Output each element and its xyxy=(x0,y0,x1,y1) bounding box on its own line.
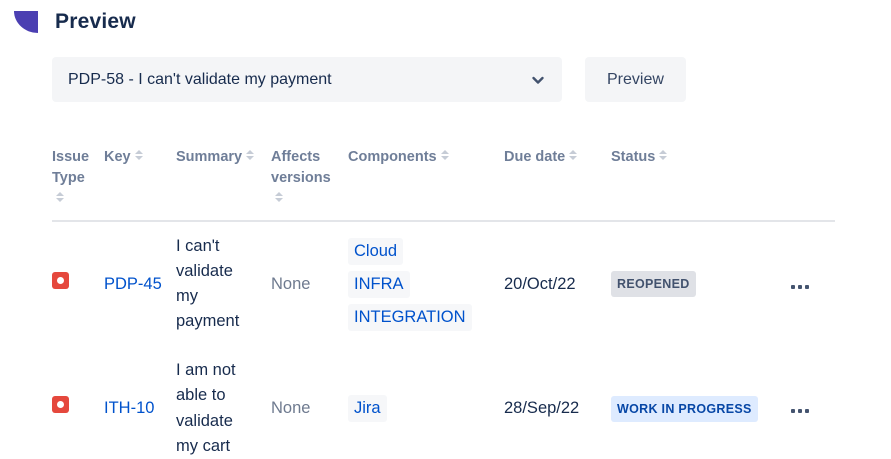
issue-key-link[interactable]: PDP-45 xyxy=(104,275,162,293)
table-header-row: Issue Type Key Summary Affects versions … xyxy=(52,147,835,221)
table-row: ITH-10 I am not able to validate my cart… xyxy=(52,346,835,459)
page-header: Preview xyxy=(0,0,891,34)
issue-select-value: PDP-58 - I can't validate my payment xyxy=(68,71,332,89)
column-header-actions xyxy=(791,147,835,221)
page-title: Preview xyxy=(55,10,136,34)
column-header-summary: Summary xyxy=(176,147,271,221)
more-options-button[interactable] xyxy=(791,283,809,291)
column-header-affects-versions: Affects versions xyxy=(271,147,348,221)
sort-arrows-icon[interactable] xyxy=(275,192,283,202)
bug-icon xyxy=(52,396,69,413)
quarter-circle-icon xyxy=(14,11,38,33)
issues-table: Issue Type Key Summary Affects versions … xyxy=(52,147,835,459)
affects-versions-value: None xyxy=(271,399,310,417)
status-badge: REOPENED xyxy=(611,271,696,297)
due-date-value: 28/Sep/22 xyxy=(504,399,579,417)
bug-icon xyxy=(52,272,69,289)
sort-arrows-icon[interactable] xyxy=(56,192,64,202)
components-list: Jira xyxy=(348,395,490,422)
column-header-components: Components xyxy=(348,147,504,221)
component-link[interactable]: Jira xyxy=(348,395,387,422)
affects-versions-value: None xyxy=(271,275,310,293)
due-date-value: 20/Oct/22 xyxy=(504,275,576,293)
more-options-button[interactable] xyxy=(791,407,809,415)
issue-select[interactable]: PDP-58 - I can't validate my payment xyxy=(52,57,562,102)
sort-arrows-icon[interactable] xyxy=(441,150,449,160)
issue-key-link[interactable]: ITH-10 xyxy=(104,399,154,417)
components-list: Cloud INFRA INTEGRATION xyxy=(348,238,490,331)
sort-arrows-icon[interactable] xyxy=(135,150,143,160)
column-header-issue-type: Issue Type xyxy=(52,147,104,221)
column-header-due-date: Due date xyxy=(504,147,611,221)
column-header-status: Status xyxy=(611,147,791,221)
component-link[interactable]: INTEGRATION xyxy=(348,304,472,331)
component-link[interactable]: INFRA xyxy=(348,271,410,298)
column-header-key: Key xyxy=(104,147,176,221)
table-row: PDP-45 I can't validate my payment None … xyxy=(52,221,835,346)
status-badge: WORK IN PROGRESS xyxy=(611,396,758,422)
issue-summary: I am not able to validate my cart xyxy=(176,361,236,454)
sort-arrows-icon[interactable] xyxy=(246,150,254,160)
sort-arrows-icon[interactable] xyxy=(569,150,577,160)
preview-button[interactable]: Preview xyxy=(585,57,686,102)
chevron-down-icon xyxy=(530,72,546,88)
sort-arrows-icon[interactable] xyxy=(659,150,667,160)
controls-row: PDP-58 - I can't validate my payment Pre… xyxy=(52,57,891,102)
issue-summary: I can't validate my payment xyxy=(176,237,239,330)
component-link[interactable]: Cloud xyxy=(348,238,403,265)
